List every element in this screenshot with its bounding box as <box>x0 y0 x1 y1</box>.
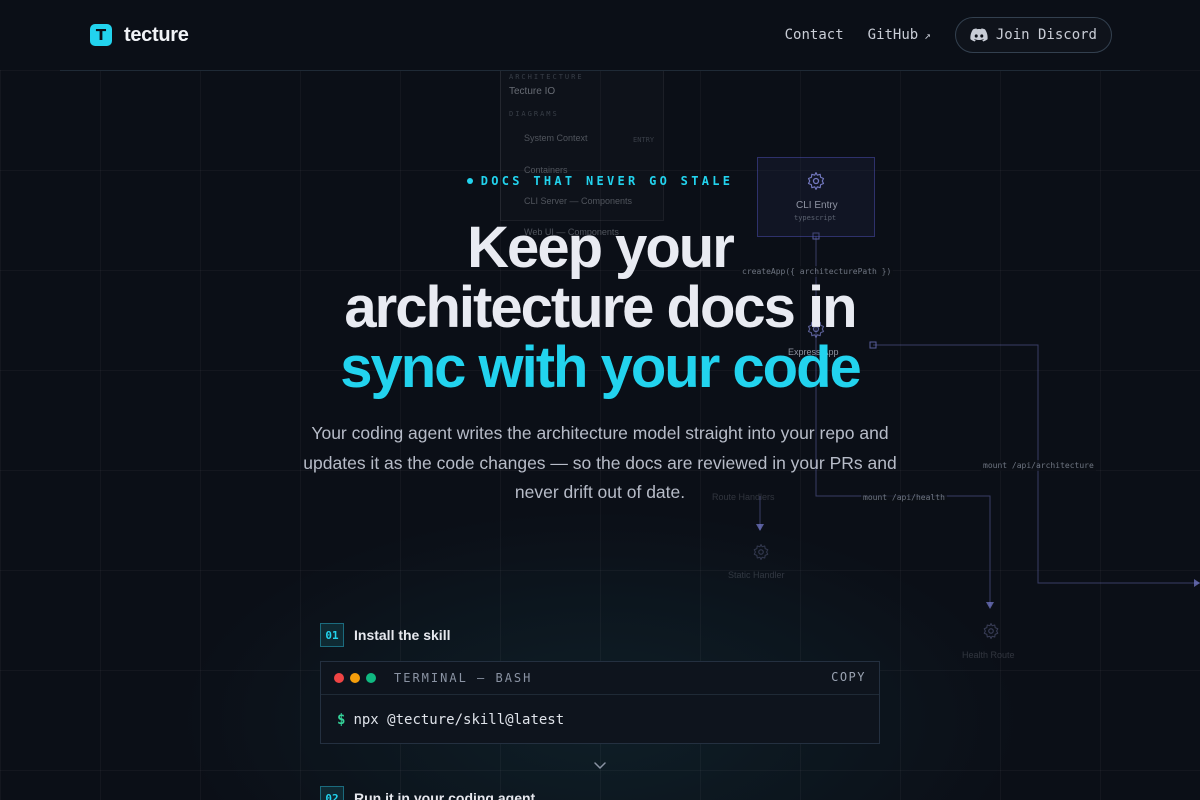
brand-home-link[interactable]: T tecture <box>90 24 189 47</box>
panel-item-badge: ENTRY <box>633 136 655 144</box>
step-header: 01 Install the skill <box>320 623 450 647</box>
hero-eyebrow: DOCS THAT NEVER GO STALE <box>0 174 1200 188</box>
terminal-prompt: $ <box>337 712 346 728</box>
node-label: CLI Entry <box>796 200 838 211</box>
terminal-title: TERMINAL — BASH <box>394 671 533 685</box>
eyebrow-dot-icon <box>466 177 473 184</box>
github-link-label: GitHub <box>867 27 919 43</box>
copy-command-button[interactable]: COPY <box>831 670 866 684</box>
brand-name: tecture <box>124 23 189 46</box>
join-discord-label: Join Discord <box>995 27 1097 43</box>
panel-heading: ARCHITECTURE <box>509 73 584 81</box>
panel-subheading: DIAGRAMS <box>509 110 559 118</box>
github-link[interactable]: GitHub ↗ <box>868 27 931 43</box>
contact-link[interactable]: Contact <box>785 27 844 43</box>
chevron-down-icon[interactable] <box>592 757 608 773</box>
step-title: Run it in your coding agent <box>354 790 536 800</box>
health-route-node-label: Health Route <box>962 650 1015 660</box>
external-link-icon: ↗ <box>924 29 931 42</box>
panel-item: System Context <box>524 133 588 143</box>
panel-title: Tecture IO <box>509 86 556 97</box>
window-close-dot-icon <box>334 673 344 683</box>
eyebrow-text: DOCS THAT NEVER GO STALE <box>480 174 734 188</box>
logo-icon: T <box>90 24 112 46</box>
step-number-badge: 01 <box>320 623 344 647</box>
panel-item: CLI Server — Components <box>524 196 633 206</box>
top-nav: T tecture Contact GitHub ↗ Join Discord <box>60 0 1140 71</box>
terminal-body: $ npx @tecture/skill@latest <box>321 695 879 745</box>
landing-page: ARCHITECTURE Tecture IO DIAGRAMS System … <box>0 0 1200 800</box>
step-title: Install the skill <box>354 627 451 643</box>
headline-line-3: sync with your code <box>340 335 862 400</box>
hero-subtitle: Your coding agent writes the architectur… <box>303 423 897 502</box>
terminal-block: TERMINAL — BASH COPY $ npx @tecture/skil… <box>320 661 880 744</box>
nav-links: Contact GitHub ↗ Join Discord <box>785 17 1112 53</box>
edge-label-mount-architecture: mount /api/architecture <box>981 460 1096 471</box>
static-handler-node-label: Static Handler <box>728 570 785 580</box>
window-minimize-dot-icon <box>350 673 360 683</box>
window-maximize-dot-icon <box>366 673 376 683</box>
headline-line-2: architecture docs in <box>344 275 857 340</box>
join-discord-button[interactable]: Join Discord <box>954 17 1112 53</box>
gear-icon <box>753 543 769 561</box>
install-command: npx @tecture/skill@latest <box>353 712 565 728</box>
discord-icon <box>970 28 988 42</box>
step-number-badge: 02 <box>320 786 344 800</box>
gear-icon <box>983 622 999 640</box>
background-diagram-panel: ARCHITECTURE Tecture IO DIAGRAMS System … <box>500 70 664 237</box>
terminal-title-bar: TERMINAL — BASH COPY <box>321 662 879 695</box>
headline-line-1: Keep your <box>467 215 735 280</box>
step-header: 02 Run it in your coding agent <box>320 786 535 800</box>
hero-headline: Keep your architecture docs in sync with… <box>0 218 1200 398</box>
